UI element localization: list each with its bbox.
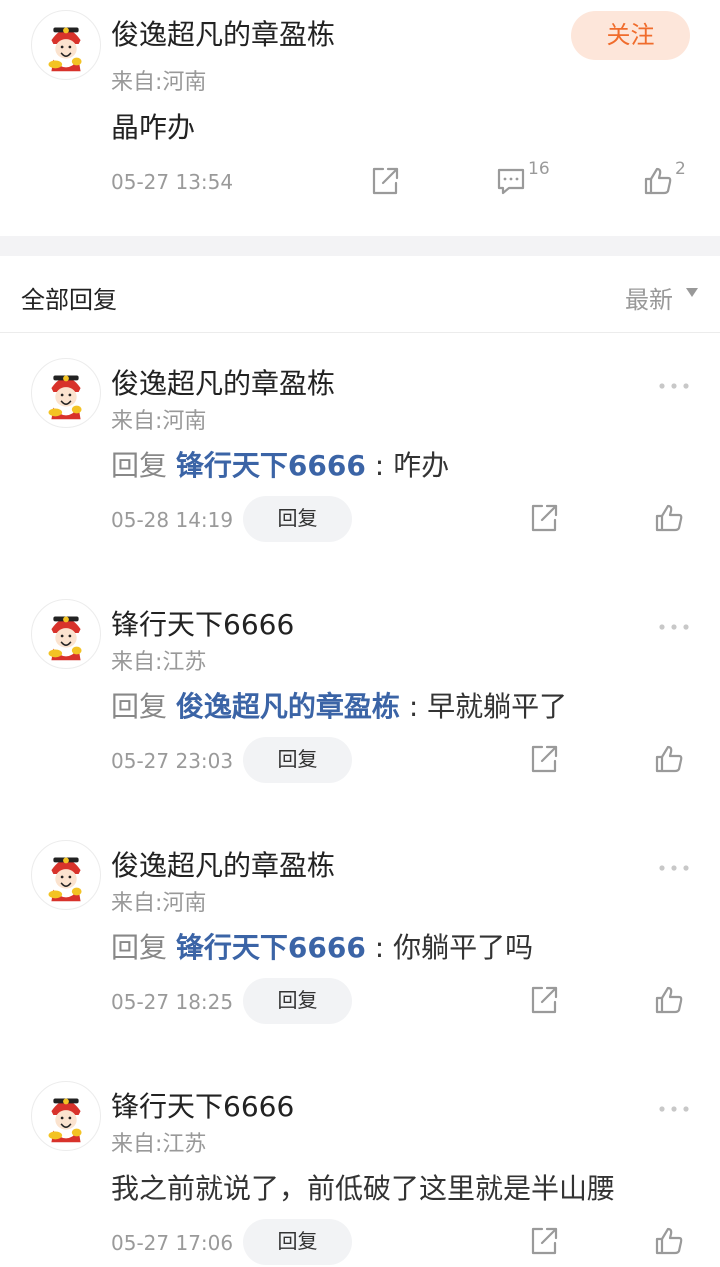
reply-body: : 早就躺平了 — [399, 690, 568, 723]
reply-text: 我之前就说了，前低破了这里就是半山腰 — [111, 1167, 615, 1207]
like-icon[interactable] — [654, 744, 684, 774]
share-icon[interactable] — [529, 985, 559, 1015]
avatar[interactable] — [31, 358, 101, 428]
reply-username[interactable]: 锋行天下6666 — [111, 1085, 294, 1125]
reply-prefix: 回复 — [111, 931, 176, 964]
avatar[interactable] — [31, 1081, 101, 1151]
reply-time: 05-27 18:25 — [111, 990, 234, 1014]
reply-location: 来自:河南 — [111, 891, 207, 916]
reply-button[interactable]: 回复 — [243, 496, 352, 542]
reply-text: 回复 锋行天下6666 : 你躺平了吗 — [111, 926, 533, 966]
reply-username[interactable]: 俊逸超凡的章盈栋 — [111, 362, 335, 402]
reply-item: 俊逸超凡的章盈栋 来自:河南 回复 锋行天下6666 : 咋办 05-28 14… — [0, 334, 720, 575]
reply-button[interactable]: 回复 — [243, 1219, 352, 1265]
comment-count: 16 — [528, 159, 550, 179]
reply-body: 我之前就说了，前低破了这里就是半山腰 — [111, 1172, 616, 1205]
comment-icon[interactable] — [496, 166, 526, 196]
reply-location: 来自:江苏 — [111, 1132, 207, 1157]
more-options-icon[interactable] — [658, 376, 690, 395]
more-options-icon[interactable] — [658, 1099, 690, 1118]
post-text: 晶咋办 — [111, 111, 196, 144]
like-icon[interactable] — [654, 985, 684, 1015]
reply-username[interactable]: 锋行天下6666 — [111, 603, 294, 643]
reply-text: 回复 俊逸超凡的章盈栋 : 早就躺平了 — [111, 685, 567, 725]
reply-prefix: 回复 — [111, 449, 176, 482]
share-icon[interactable] — [370, 166, 400, 196]
reply-body: : 你躺平了吗 — [365, 931, 534, 964]
follow-button[interactable]: 关注 — [571, 11, 690, 60]
reply-item: 俊逸超凡的章盈栋 来自:河南 回复 锋行天下6666 : 你躺平了吗 05-27… — [0, 816, 720, 1057]
reply-time: 05-27 23:03 — [111, 749, 234, 773]
post-time: 05-27 13:54 — [111, 170, 234, 194]
reply-text: 回复 锋行天下6666 : 咋办 — [111, 444, 449, 484]
like-icon[interactable] — [654, 1226, 684, 1256]
share-icon[interactable] — [529, 744, 559, 774]
reply-item: 锋行天下6666 来自:江苏 我之前就说了，前低破了这里就是半山腰 05-27 … — [0, 1057, 720, 1267]
share-icon[interactable] — [529, 1226, 559, 1256]
share-icon[interactable] — [529, 503, 559, 533]
chevron-down-icon[interactable] — [686, 288, 698, 297]
main-post: 俊逸超凡的章盈栋 来自:河南 关注 晶咋办 05-27 13:54 16 2 — [0, 0, 720, 236]
reply-time: 05-27 17:06 — [111, 1231, 234, 1255]
reply-target-link[interactable]: 锋行天下6666 — [176, 449, 366, 482]
reply-location: 来自:江苏 — [111, 650, 207, 675]
sort-dropdown[interactable]: 最新 — [625, 280, 673, 315]
more-options-icon[interactable] — [658, 617, 690, 636]
avatar[interactable] — [31, 599, 101, 669]
reply-item: 锋行天下6666 来自:江苏 回复 俊逸超凡的章盈栋 : 早就躺平了 05-27… — [0, 575, 720, 816]
post-location: 来自:河南 — [111, 70, 207, 95]
section-separator — [0, 236, 720, 256]
reply-target-link[interactable]: 俊逸超凡的章盈栋 — [176, 690, 400, 723]
reply-location: 来自:河南 — [111, 409, 207, 434]
like-icon[interactable] — [643, 166, 673, 196]
reply-target-link[interactable]: 锋行天下6666 — [176, 931, 366, 964]
replies-header: 全部回复 最新 — [0, 256, 720, 333]
more-options-icon[interactable] — [658, 858, 690, 877]
reply-button[interactable]: 回复 — [243, 978, 352, 1024]
reply-time: 05-28 14:19 — [111, 508, 234, 532]
reply-username[interactable]: 俊逸超凡的章盈栋 — [111, 844, 335, 884]
like-count: 2 — [675, 159, 686, 179]
reply-button[interactable]: 回复 — [243, 737, 352, 783]
avatar[interactable] — [31, 10, 101, 80]
section-title: 全部回复 — [21, 286, 117, 314]
reply-prefix: 回复 — [111, 690, 176, 723]
avatar[interactable] — [31, 840, 101, 910]
post-username[interactable]: 俊逸超凡的章盈栋 — [111, 13, 335, 53]
like-icon[interactable] — [654, 503, 684, 533]
reply-body: : 咋办 — [365, 449, 450, 482]
